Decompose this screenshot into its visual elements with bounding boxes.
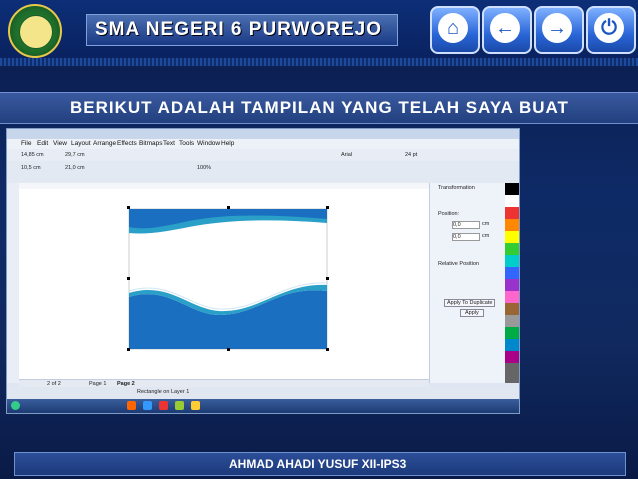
menu-bitmaps[interactable]: Bitmaps [139, 140, 162, 147]
standard-toolbar: 10,5 cm 21,0 cm 100% [7, 161, 519, 184]
menu-effects[interactable]: Effects [117, 140, 137, 147]
app-icon[interactable] [143, 401, 152, 410]
status-object: Rectangle on Layer 1 [137, 389, 190, 395]
school-logo [8, 4, 62, 58]
menu-bar: File Edit View Layout Arrange Effects Bi… [7, 139, 519, 149]
width-field[interactable]: 29,7 cm [65, 152, 85, 158]
author-name: AHMAD AHADI YUSUF XII-IPS3 [229, 457, 407, 471]
headline-text: BERIKUT ADALAH TAMPILAN YANG TELAH SAYA … [70, 98, 569, 117]
start-icon[interactable] [11, 401, 20, 410]
power-icon: ⏻ [594, 13, 624, 43]
height-field[interactable]: 21,0 cm [65, 165, 85, 171]
relative-position-checkbox[interactable]: Relative Position [438, 261, 479, 267]
apply-button[interactable]: Apply [460, 309, 484, 317]
docker-y-unit: cm [482, 233, 490, 239]
menu-edit[interactable]: Edit [37, 140, 48, 147]
drawing-canvas[interactable] [19, 189, 429, 379]
header-stripe [0, 58, 638, 66]
font-name[interactable]: Arial [341, 152, 352, 158]
menu-file[interactable]: File [21, 140, 31, 147]
x-position[interactable]: 14,85 cm [21, 152, 44, 158]
home-button[interactable]: ⌂ [430, 6, 480, 54]
menu-layout[interactable]: Layout [71, 140, 91, 147]
menu-help[interactable]: Help [221, 140, 234, 147]
headline-banner: BERIKUT ADALAH TAMPILAN YANG TELAH SAYA … [0, 92, 638, 124]
forward-icon: → [542, 13, 572, 43]
font-size[interactable]: 24 pt [405, 152, 417, 158]
docker-x-input[interactable]: 0,0 [452, 221, 480, 229]
power-button[interactable]: ⏻ [586, 6, 636, 54]
selection-handle[interactable] [326, 277, 329, 280]
color-palette[interactable] [505, 183, 519, 383]
menu-tools[interactable]: Tools [179, 140, 194, 147]
forward-button[interactable]: → [534, 6, 584, 54]
back-button[interactable]: ← [482, 6, 532, 54]
back-icon: ← [490, 13, 520, 43]
menu-window[interactable]: Window [197, 140, 220, 147]
design-artwork [128, 208, 328, 350]
app-titlebar [7, 129, 519, 139]
y-position[interactable]: 10,5 cm [21, 165, 41, 171]
menu-view[interactable]: View [53, 140, 67, 147]
selection-handle[interactable] [127, 277, 130, 280]
app-icon[interactable] [127, 401, 136, 410]
footer-banner: AHMAD AHADI YUSUF XII-IPS3 [14, 452, 626, 476]
docker-title: Transformation [438, 185, 475, 191]
school-title-banner: SMA NEGERI 6 PURWOREJO [86, 14, 398, 46]
app-screenshot: File Edit View Layout Arrange Effects Bi… [6, 128, 520, 414]
apply-duplicate-button[interactable]: Apply To Duplicate [444, 299, 496, 307]
school-title: SMA NEGERI 6 PURWOREJO [95, 19, 382, 40]
selection-handle[interactable] [227, 348, 230, 351]
menu-text[interactable]: Text [163, 140, 175, 147]
menu-arrange[interactable]: Arrange [93, 140, 116, 147]
docker-y-input[interactable]: 0,0 [452, 233, 480, 241]
home-icon: ⌂ [438, 13, 468, 43]
selection-handle[interactable] [227, 206, 230, 209]
zoom-level[interactable]: 100% [197, 165, 211, 171]
app-icon[interactable] [175, 401, 184, 410]
selection-handle[interactable] [127, 348, 130, 351]
app-icon[interactable] [191, 401, 200, 410]
transformation-docker: Transformation Position: 0,0 cm 0,0 cm R… [429, 183, 506, 383]
selection-handle[interactable] [326, 206, 329, 209]
docker-x-unit: cm [482, 221, 490, 227]
selection-handle[interactable] [127, 206, 130, 209]
selection-handle[interactable] [326, 348, 329, 351]
position-label: Position: [438, 211, 460, 217]
status-bar: Rectangle on Layer 1 [7, 387, 519, 399]
windows-taskbar [7, 399, 519, 413]
app-icon[interactable] [159, 401, 168, 410]
